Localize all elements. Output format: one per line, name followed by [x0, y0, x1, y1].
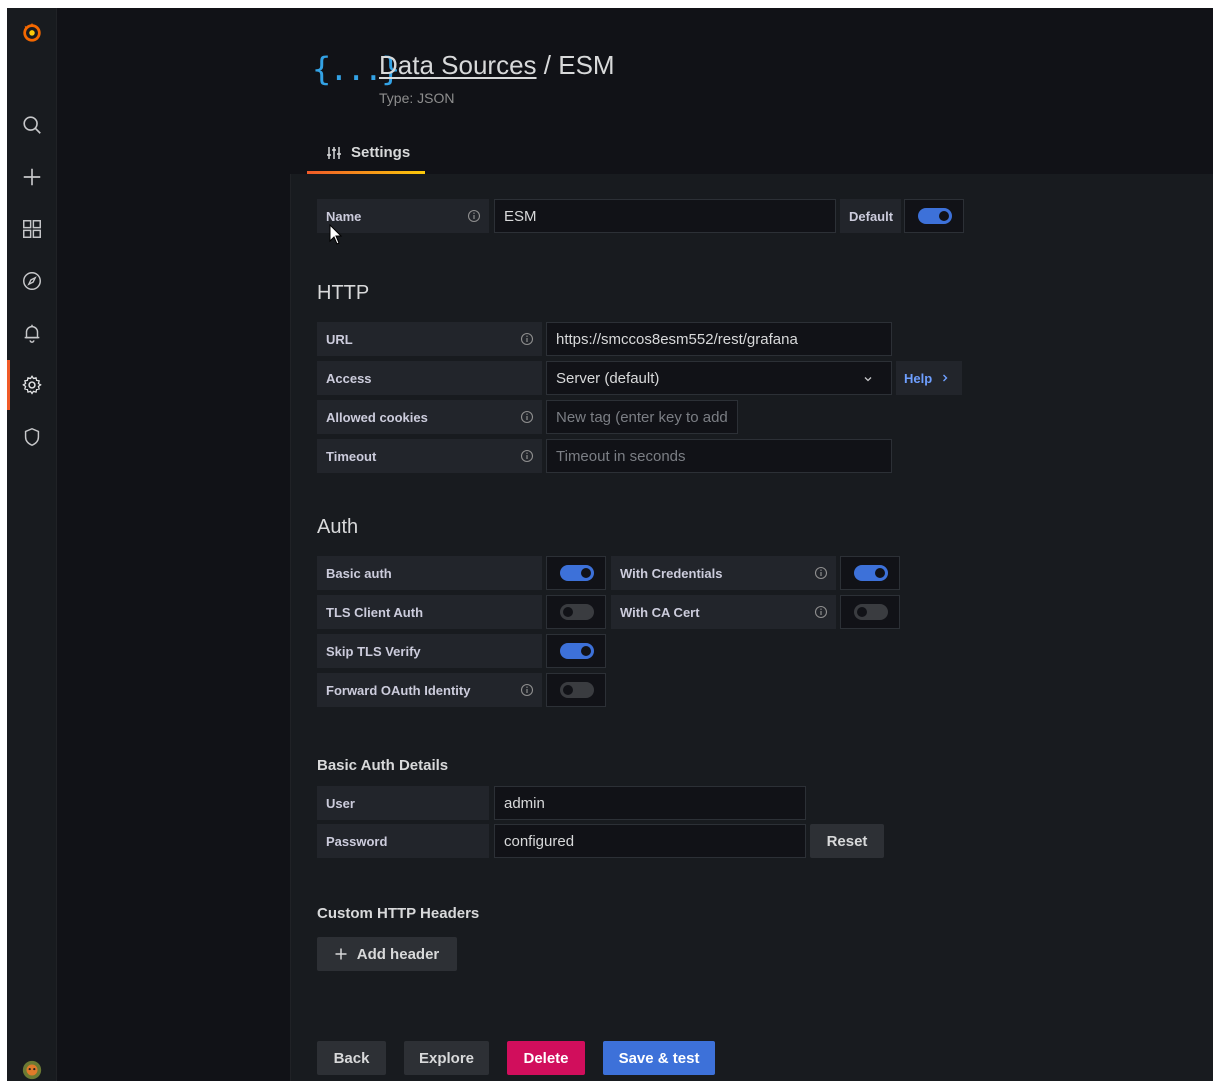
- tls-client-auth-label: TLS Client Auth: [317, 595, 542, 629]
- basic-auth-label: Basic auth: [317, 556, 542, 590]
- name-input[interactable]: ESM: [494, 199, 836, 233]
- timeout-label-text: Timeout: [326, 448, 377, 464]
- allowed-cookies-label-text: Allowed cookies: [326, 409, 428, 425]
- sliders-icon: [327, 147, 341, 159]
- user-input[interactable]: admin: [494, 786, 806, 820]
- explore-button[interactable]: Explore: [404, 1041, 489, 1075]
- help-label: Help: [904, 370, 933, 386]
- with-ca-cert-label: With CA Cert: [611, 595, 836, 629]
- password-input[interactable]: configured: [494, 824, 806, 858]
- default-label: Default: [840, 199, 901, 233]
- breadcrumb-current: ESM: [558, 50, 615, 80]
- forward-oauth-toggle[interactable]: [546, 673, 606, 707]
- chevron-down-icon: [864, 377, 872, 382]
- access-select[interactable]: Server (default): [546, 361, 892, 395]
- info-icon[interactable]: [814, 605, 828, 619]
- sidebar: [7, 8, 57, 1081]
- tls-client-auth-toggle[interactable]: [546, 595, 606, 629]
- alerting-bell-icon[interactable]: [7, 313, 56, 353]
- timeout-input[interactable]: Timeout in seconds: [546, 439, 892, 473]
- breadcrumb-data-sources-link[interactable]: Data Sources: [379, 50, 537, 80]
- breadcrumb-separator: /: [543, 50, 551, 80]
- http-heading: HTTP: [317, 282, 370, 304]
- default-switch[interactable]: [918, 208, 952, 224]
- url-label: URL: [317, 322, 542, 356]
- info-icon[interactable]: [467, 209, 481, 223]
- user-label: User: [317, 786, 489, 820]
- tab-settings[interactable]: Settings: [307, 140, 425, 174]
- skip-tls-verify-switch[interactable]: [560, 643, 594, 659]
- chevron-right-icon: [943, 374, 948, 382]
- with-credentials-switch[interactable]: [854, 565, 888, 581]
- url-input[interactable]: https://smccos8esm552/rest/grafana: [546, 322, 892, 356]
- page-title: Data Sources / ESM: [379, 50, 615, 81]
- password-label: Password: [317, 824, 489, 858]
- forward-oauth-label: Forward OAuth Identity: [317, 673, 542, 707]
- info-icon[interactable]: [520, 332, 534, 346]
- dashboards-icon[interactable]: [7, 209, 56, 249]
- delete-button[interactable]: Delete: [507, 1041, 585, 1075]
- save-and-test-button[interactable]: Save & test: [603, 1041, 715, 1075]
- grafana-logo-icon[interactable]: [7, 12, 56, 52]
- search-icon[interactable]: [7, 105, 56, 145]
- user-avatar-icon[interactable]: [7, 1050, 56, 1081]
- info-icon[interactable]: [814, 566, 828, 580]
- url-label-text: URL: [326, 331, 353, 347]
- basic-auth-toggle[interactable]: [546, 556, 606, 590]
- access-selected-value: Server (default): [556, 369, 660, 387]
- info-icon[interactable]: [520, 410, 534, 424]
- name-label-text: Name: [326, 208, 362, 224]
- with-ca-cert-switch[interactable]: [854, 604, 888, 620]
- basic-auth-details-heading: Basic Auth Details: [317, 757, 449, 774]
- explore-compass-icon[interactable]: [7, 261, 56, 301]
- basic-auth-switch[interactable]: [560, 565, 594, 581]
- mouse-cursor-icon: [329, 224, 343, 245]
- forward-oauth-switch[interactable]: [560, 682, 594, 698]
- back-button[interactable]: Back: [317, 1041, 386, 1075]
- plus-icon: [335, 948, 347, 960]
- skip-tls-verify-label: Skip TLS Verify: [317, 634, 542, 668]
- forward-oauth-label-text: Forward OAuth Identity: [326, 682, 471, 698]
- allowed-cookies-input[interactable]: New tag (enter key to add: [546, 400, 738, 434]
- default-toggle[interactable]: [904, 199, 964, 233]
- custom-headers-heading: Custom HTTP Headers: [317, 905, 480, 922]
- add-header-label: Add header: [356, 945, 440, 963]
- page-subtitle: Type: JSON: [379, 90, 455, 106]
- allowed-cookies-label: Allowed cookies: [317, 400, 542, 434]
- timeout-label: Timeout: [317, 439, 542, 473]
- with-credentials-label-text: With Credentials: [620, 565, 723, 581]
- with-credentials-toggle[interactable]: [840, 556, 900, 590]
- info-icon[interactable]: [520, 683, 534, 697]
- with-credentials-label: With Credentials: [611, 556, 836, 590]
- reset-password-button[interactable]: Reset: [810, 824, 884, 858]
- info-icon[interactable]: [520, 449, 534, 463]
- shield-icon[interactable]: [7, 417, 56, 457]
- help-button[interactable]: Help: [896, 361, 962, 395]
- tls-client-auth-switch[interactable]: [560, 604, 594, 620]
- plus-icon[interactable]: [7, 157, 56, 197]
- with-ca-cert-toggle[interactable]: [840, 595, 900, 629]
- add-header-button[interactable]: Add header: [317, 937, 457, 971]
- with-ca-cert-label-text: With CA Cert: [620, 604, 700, 620]
- auth-heading: Auth: [317, 516, 359, 538]
- access-label: Access: [317, 361, 542, 395]
- tab-settings-label: Settings: [351, 144, 411, 161]
- grafana-app: {...} Data Sources / ESM Type: JSON Sett…: [7, 8, 1213, 1081]
- skip-tls-verify-toggle[interactable]: [546, 634, 606, 668]
- configuration-gear-icon[interactable]: [7, 365, 56, 405]
